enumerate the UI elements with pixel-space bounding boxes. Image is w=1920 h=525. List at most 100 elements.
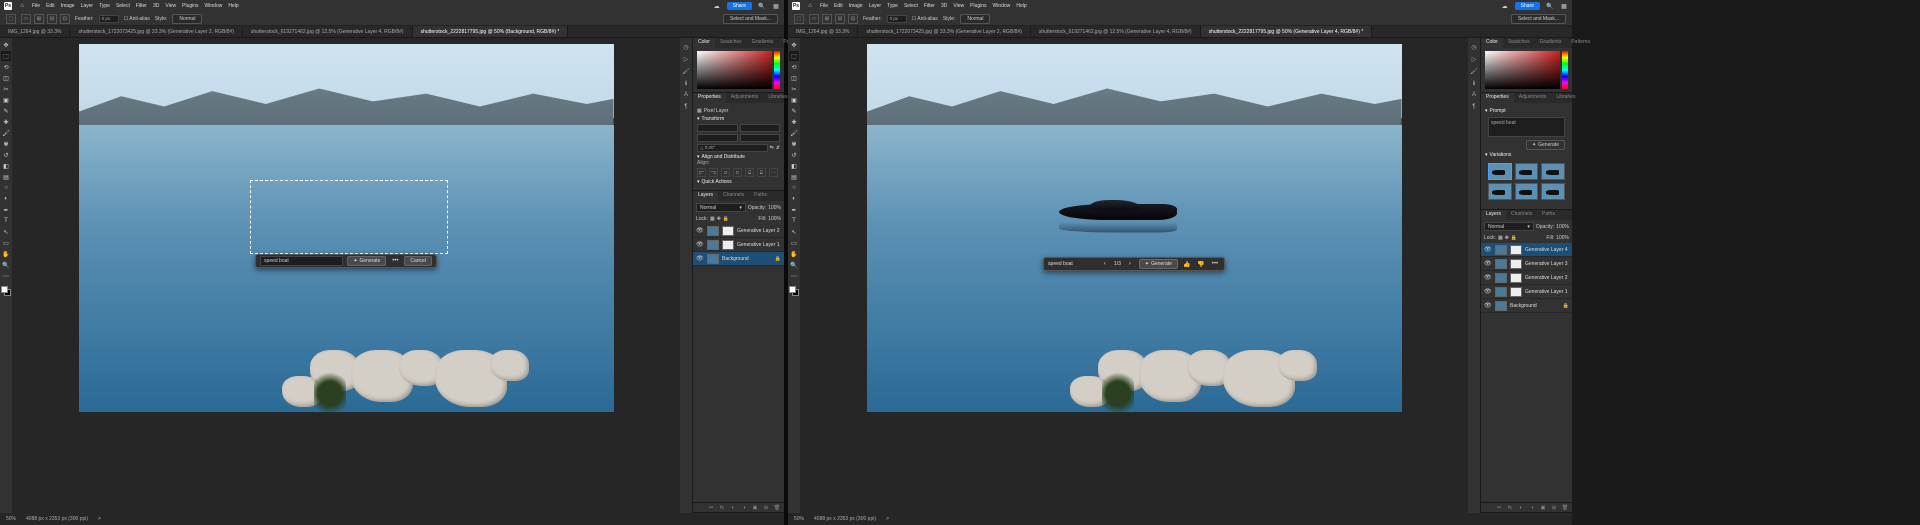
document-tab[interactable]: IMG_1264.jpg @ 33.3% [788, 26, 858, 37]
gradients-tab[interactable]: Gradients [1535, 38, 1567, 48]
dodge-tool-icon[interactable]: ◐ [789, 194, 799, 204]
paths-tab[interactable]: Paths [1537, 210, 1560, 220]
libraries-tab[interactable]: Libraries [1551, 93, 1580, 103]
share-button[interactable]: Share [727, 2, 752, 10]
paragraph-panel-icon[interactable]: ¶ [1469, 102, 1479, 112]
document-tab-active[interactable]: shutterstock_2222817795.jpg @ 50% (Gener… [1201, 26, 1373, 37]
menu-layer[interactable]: Layer [81, 3, 94, 9]
gradients-tab[interactable]: Gradients [747, 38, 779, 48]
move-tool-icon[interactable]: ✥ [789, 40, 799, 50]
menu-file[interactable]: File [32, 3, 40, 9]
flip-h-icon[interactable]: ⇋ [770, 145, 774, 151]
layer-row[interactable]: 👁Generative Layer 2 [693, 224, 784, 238]
intersect-selection-icon[interactable]: ⊡ [848, 14, 858, 24]
workspace-icon[interactable]: ▦ [1560, 2, 1568, 10]
antialias-checkbox[interactable]: ☐ Anti-alias [912, 16, 938, 22]
color-swatch[interactable] [1, 286, 11, 296]
edit-toolbar-icon[interactable]: ⋯ [1, 271, 11, 281]
lock-all-icon[interactable]: 🔒 [723, 216, 729, 222]
menu-plugins[interactable]: Plugins [182, 3, 198, 9]
layers-tab[interactable]: Layers [1481, 210, 1506, 220]
zoom-tool-icon[interactable]: 🔍 [1, 260, 11, 270]
adjustment-layer-icon[interactable]: ◑ [1528, 504, 1536, 512]
height-input[interactable] [697, 134, 738, 142]
object-select-tool-icon[interactable]: ◫ [789, 73, 799, 83]
style-dropdown[interactable]: Normal [172, 14, 202, 24]
feather-input[interactable]: 0 px [887, 15, 907, 23]
menu-view[interactable]: View [953, 3, 964, 9]
home-icon[interactable]: ⌂ [18, 2, 26, 10]
eraser-tool-icon[interactable]: ◧ [789, 161, 799, 171]
visibility-icon[interactable]: 👁 [696, 241, 704, 248]
status-arrow-icon[interactable]: > [98, 516, 101, 522]
variation-thumb[interactable] [1488, 163, 1512, 180]
blend-mode-dropdown[interactable]: Normal▾ [696, 203, 746, 212]
menu-select[interactable]: Select [116, 3, 130, 9]
add-selection-icon[interactable]: ⊞ [34, 14, 44, 24]
blur-tool-icon[interactable]: ○ [789, 183, 799, 193]
info-panel-icon[interactable]: ℹ [1469, 78, 1479, 88]
menu-plugins[interactable]: Plugins [970, 3, 986, 9]
visibility-icon[interactable]: 👁 [1484, 302, 1492, 309]
layer-row[interactable]: 👁Generative Layer 1 [1481, 285, 1572, 299]
feather-input[interactable]: 0 px [99, 15, 119, 23]
variation-thumb[interactable] [1515, 183, 1539, 200]
menu-layer[interactable]: Layer [869, 3, 882, 9]
prev-variation-icon[interactable]: ‹ [1100, 259, 1110, 269]
align-more-icon[interactable]: ⋯ [769, 168, 778, 177]
gradient-tool-icon[interactable]: ▤ [789, 172, 799, 182]
y-input[interactable] [740, 134, 781, 142]
menu-image[interactable]: Image [849, 3, 863, 9]
menu-type[interactable]: Type [887, 3, 898, 9]
document-tab[interactable]: shutterstock_1722073425.jpg @ 33.3% (Gen… [70, 26, 242, 37]
delete-layer-icon[interactable]: 🗑 [773, 504, 781, 512]
variation-thumb[interactable] [1541, 183, 1565, 200]
variations-section[interactable]: Variations [1485, 152, 1568, 158]
paragraph-panel-icon[interactable]: ¶ [681, 102, 691, 112]
color-tab[interactable]: Color [693, 38, 715, 48]
adjustments-tab[interactable]: Adjustments [1514, 93, 1552, 103]
layer-row[interactable]: 👁Background🔒 [1481, 299, 1572, 313]
pen-tool-icon[interactable]: ✒ [1, 205, 11, 215]
path-tool-icon[interactable]: ↖ [789, 227, 799, 237]
channels-tab[interactable]: Channels [1506, 210, 1537, 220]
canvas-area[interactable]: ✦Generate ••• Cancel [12, 38, 680, 513]
path-tool-icon[interactable]: ↖ [1, 227, 11, 237]
frame-tool-icon[interactable]: ▣ [789, 95, 799, 105]
fill-value[interactable]: 100% [1556, 235, 1569, 241]
fill-value[interactable]: 100% [768, 216, 781, 222]
document-tab[interactable]: IMG_1264.jpg @ 33.3% [0, 26, 70, 37]
lock-position-icon[interactable]: ✥ [717, 216, 721, 222]
blur-tool-icon[interactable]: ○ [1, 183, 11, 193]
layer-mask-icon[interactable]: ◐ [729, 504, 737, 512]
document-tab[interactable]: shutterstock_619271462.jpg @ 12.5% (Gene… [243, 26, 413, 37]
select-and-mask-button[interactable]: Select and Mask... [1511, 14, 1566, 24]
align-top-icon[interactable]: ⫐ [733, 168, 742, 177]
zoom-tool-icon[interactable]: 🔍 [789, 260, 799, 270]
type-tool-icon[interactable]: T [789, 216, 799, 226]
generate-button[interactable]: ✦Generate [347, 256, 386, 266]
group-icon[interactable]: ▣ [1539, 504, 1547, 512]
generate-button[interactable]: ✦Generate [1526, 140, 1565, 150]
hand-tool-icon[interactable]: ✋ [1, 249, 11, 259]
select-and-mask-button[interactable]: Select and Mask... [723, 14, 778, 24]
new-layer-icon[interactable]: ⊞ [762, 504, 770, 512]
cloud-icon[interactable]: ☁ [713, 2, 721, 10]
lock-all-icon[interactable]: 🔒 [1511, 235, 1517, 241]
generate-button[interactable]: ✦Generate [1139, 259, 1178, 269]
more-options-icon[interactable]: ••• [390, 256, 400, 266]
menu-filter[interactable]: Filter [136, 3, 147, 9]
character-panel-icon[interactable]: A [681, 90, 691, 100]
layer-row[interactable]: 👁Generative Layer 1 [693, 238, 784, 252]
menu-help[interactable]: Help [228, 3, 238, 9]
channels-tab[interactable]: Channels [718, 191, 749, 201]
cancel-button[interactable]: Cancel [404, 256, 432, 266]
edit-toolbar-icon[interactable]: ⋯ [789, 271, 799, 281]
menu-window[interactable]: Window [205, 3, 223, 9]
align-right-icon[interactable]: ⫏ [721, 168, 730, 177]
menu-help[interactable]: Help [1016, 3, 1026, 9]
color-picker[interactable] [1485, 51, 1568, 89]
prompt-section[interactable]: Prompt [1485, 108, 1568, 114]
layer-mask-icon[interactable]: ◐ [1517, 504, 1525, 512]
subtract-selection-icon[interactable]: ⊟ [835, 14, 845, 24]
